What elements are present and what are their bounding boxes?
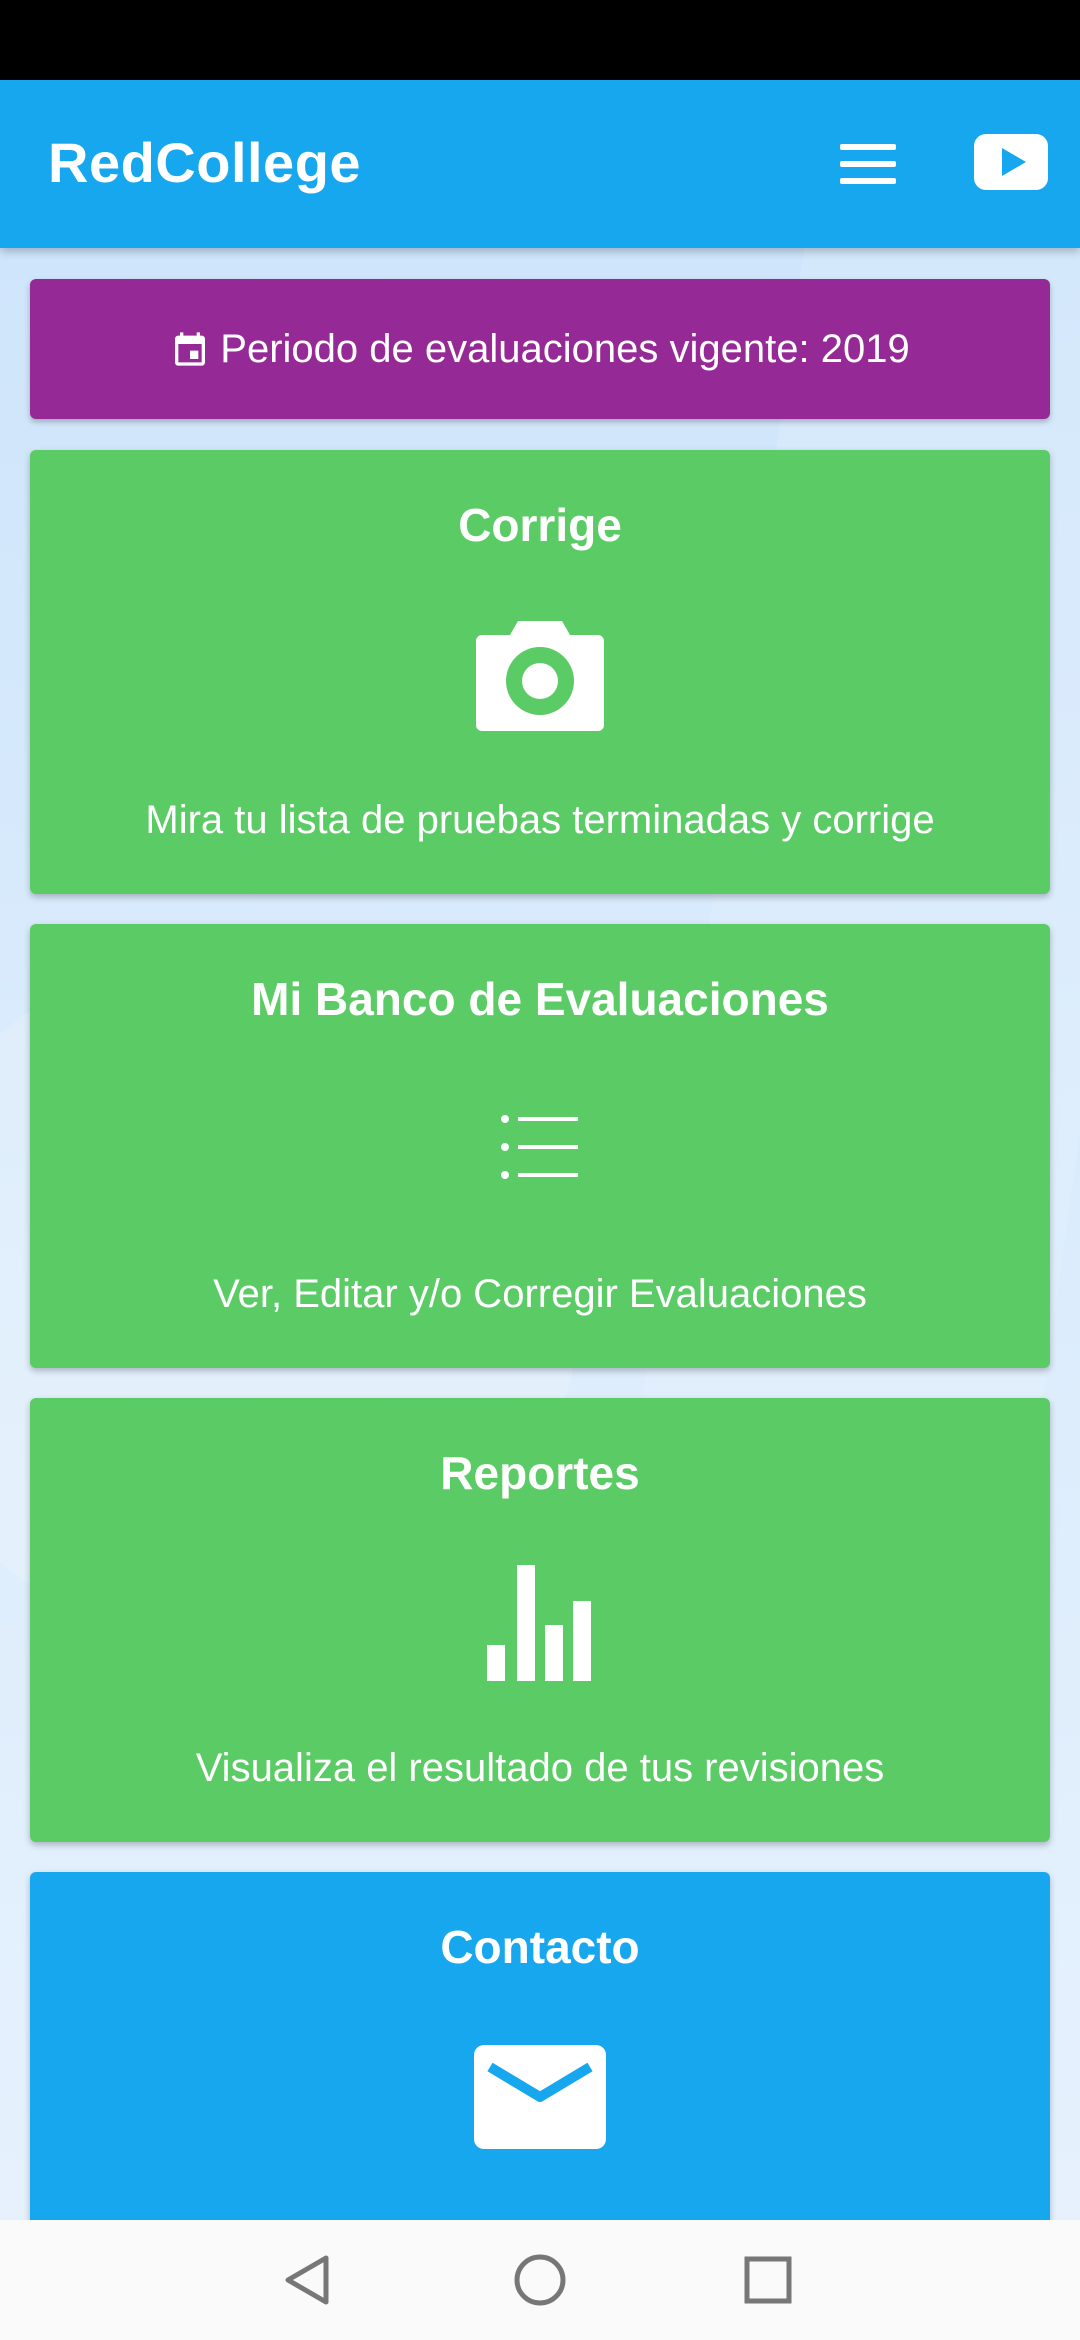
bar-chart-icon <box>487 1565 591 1681</box>
card-description: Ver, Editar y/o Corregir Evaluaciones <box>213 1272 867 1316</box>
video-button[interactable] <box>970 130 1052 196</box>
status-bar <box>0 0 1080 80</box>
menu-button[interactable] <box>836 138 900 190</box>
contacto-card[interactable]: Contacto <box>30 1872 1050 2220</box>
corrige-card[interactable]: Corrige Mira tu lista de pruebas termina… <box>30 450 1050 894</box>
calendar-icon <box>175 332 206 366</box>
banner-text: Periodo de evaluaciones vigente: 2019 <box>220 326 910 371</box>
app-title: RedCollege <box>48 131 362 194</box>
main-content: Periodo de evaluaciones vigente: 2019 Co… <box>0 248 1080 2220</box>
hamburger-menu-icon <box>840 144 896 184</box>
mi-banco-card[interactable]: Mi Banco de Evaluaciones Ver, Editar y/o… <box>30 924 1050 1368</box>
card-title: Contacto <box>440 1921 640 1973</box>
card-description: Visualiza el resultado de tus revisiones <box>195 1746 885 1790</box>
camera-icon <box>476 621 604 731</box>
app-bar: RedCollege <box>0 80 1080 248</box>
home-circle-icon <box>514 2254 566 2306</box>
recents-square-icon <box>744 2256 792 2304</box>
mail-icon <box>474 2045 606 2149</box>
card-title: Reportes <box>440 1447 640 1499</box>
card-description: Mira tu lista de pruebas terminadas y co… <box>145 798 935 842</box>
back-triangle-icon <box>285 2255 329 2305</box>
card-title: Mi Banco de Evaluaciones <box>251 973 829 1025</box>
reportes-card[interactable]: Reportes Visualiza el resultado de tus r… <box>30 1398 1050 1842</box>
card-title: Corrige <box>458 499 622 551</box>
youtube-play-icon <box>974 134 1048 190</box>
back-button[interactable] <box>278 2250 338 2310</box>
recents-button[interactable] <box>738 2250 798 2310</box>
evaluation-period-banner: Periodo de evaluaciones vigente: 2019 <box>30 279 1050 419</box>
list-icon <box>501 1115 578 1179</box>
home-button[interactable] <box>510 2250 570 2310</box>
system-navigation-bar <box>0 2220 1080 2340</box>
